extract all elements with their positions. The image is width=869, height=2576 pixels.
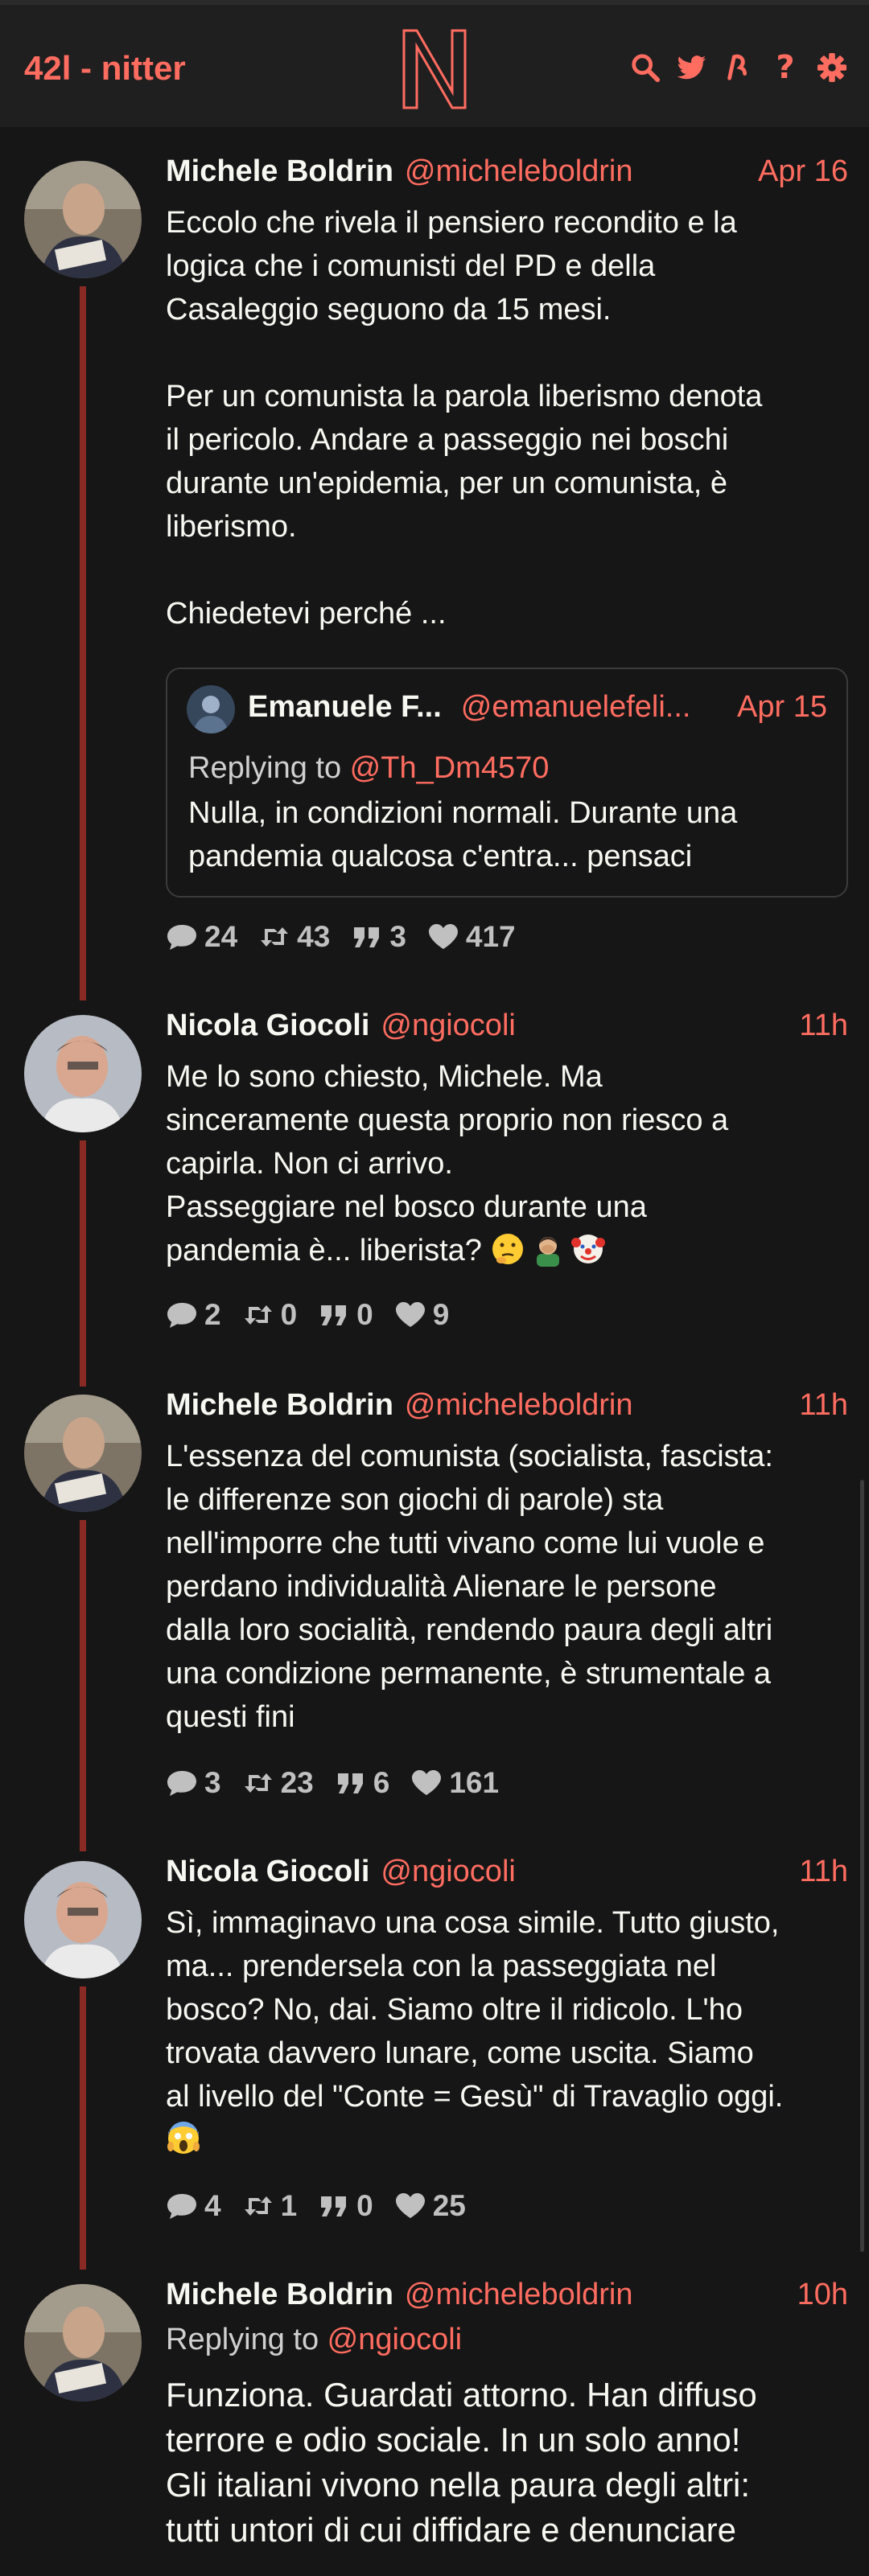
tweet-content: Me lo sono chiesto, Michele. Ma sinceram…	[166, 1055, 846, 1272]
thread-line	[80, 286, 86, 1000]
avatar[interactable]	[24, 1861, 142, 1978]
comment-icon	[167, 1303, 196, 1328]
quote-stat[interactable]: 0	[318, 2189, 373, 2223]
reply-stat[interactable]: 24	[166, 920, 237, 954]
reply-stat[interactable]: 2	[166, 1298, 221, 1332]
man-facepalming-emoji-icon	[537, 1237, 560, 1267]
comment-icon	[167, 925, 196, 950]
tweet-stats: 2 0 0 9	[166, 1295, 449, 1335]
tweet-header: Michele Boldrin @micheleboldrin 11h	[166, 1388, 848, 1428]
username[interactable]: @ngiocoli	[381, 1855, 515, 1889]
nitter-logo-icon[interactable]	[401, 27, 468, 111]
tweet-header: Nicola Giocoli @ngiocoli 11h	[166, 1009, 848, 1049]
reply-stat[interactable]: 4	[166, 2189, 221, 2223]
quoted-tweet[interactable]: Emanuele F... @emanuelefeli... Apr 15 Re…	[166, 668, 848, 898]
nav-icons: ?	[629, 51, 848, 84]
tweet-content: Eccolo che rivela il pensiero recondito …	[166, 206, 763, 631]
heart-icon	[395, 1302, 425, 1327]
username[interactable]: @micheleboldrin	[405, 154, 633, 189]
retweet-icon	[261, 927, 289, 947]
twitter-bird-icon[interactable]	[676, 51, 708, 84]
quote-stat[interactable]: 0	[318, 1298, 373, 1332]
username[interactable]: @micheleboldrin	[405, 2278, 633, 2312]
like-stat[interactable]: 25	[394, 2189, 466, 2223]
thread-line	[80, 1986, 86, 2270]
quote-replying-to: Replying to @Th_Dm4570	[188, 751, 549, 786]
reply-stat[interactable]: 3	[166, 1766, 221, 1800]
quote-fullname[interactable]: Emanuele F...	[248, 690, 442, 725]
quote-username[interactable]: @emanuelefeli...	[461, 690, 691, 725]
replying-to-link[interactable]: @ngiocoli	[327, 2323, 462, 2356]
tweet-stats: 4 1 0 25	[166, 2186, 466, 2226]
quote-stat[interactable]: 3	[351, 920, 406, 954]
quote-icon	[321, 2196, 347, 2217]
tweet-text: Sì, immaginavo una cosa simile. Tutto gi…	[166, 1906, 784, 2114]
quote-stat[interactable]: 6	[335, 1766, 389, 1800]
help-icon[interactable]: ?	[769, 51, 801, 84]
site-title[interactable]: 42l - nitter	[24, 49, 186, 88]
tweet-stats: 3 23 6 161	[166, 1763, 499, 1803]
replying-prefix: Replying to	[166, 2323, 327, 2356]
comment-icon	[167, 2194, 196, 2219]
tweet-date[interactable]: 11h	[799, 1009, 848, 1043]
heart-icon	[412, 1770, 442, 1795]
tweet-date[interactable]: 11h	[799, 1855, 848, 1889]
face-screaming-in-fear-emoji-icon	[167, 2122, 200, 2154]
clown-face-emoji-icon	[571, 1235, 606, 1263]
tweet-content: Funziona. Guardati attorno. Han diffuso …	[166, 2376, 757, 2549]
fullname[interactable]: Nicola Giocoli	[166, 1855, 369, 1889]
quote-avatar	[187, 685, 235, 733]
navbar: 42l - nitter ?	[0, 0, 869, 127]
tweet-date[interactable]: 10h	[797, 2278, 848, 2312]
fullname[interactable]: Nicola Giocoli	[166, 1009, 369, 1043]
fullname[interactable]: Michele Boldrin	[166, 2278, 393, 2312]
quote-icon	[337, 1773, 363, 1793]
replying-prefix: Replying to	[188, 751, 350, 785]
tweet-header: Nicola Giocoli @ngiocoli 11h	[166, 1855, 848, 1895]
thread-line	[80, 1140, 86, 1387]
avatar[interactable]	[24, 1015, 142, 1132]
tweet-header: Michele Boldrin @micheleboldrin Apr 16	[166, 154, 848, 195]
replying-to-link[interactable]: @Th_Dm4570	[350, 751, 550, 785]
heart-icon	[395, 2193, 425, 2218]
tweet-content: L'essenza del comunista (socialista, fas…	[166, 1440, 773, 1734]
search-icon[interactable]	[629, 51, 661, 84]
quote-icon	[354, 927, 380, 947]
quote-icon	[321, 1305, 347, 1325]
like-stat[interactable]: 9	[394, 1298, 449, 1332]
tweet-text: Me lo sono chiesto, Michele. Ma sinceram…	[166, 1060, 729, 1267]
avatar[interactable]	[24, 2284, 142, 2401]
quote-date[interactable]: Apr 15	[737, 690, 827, 725]
settings-gear-icon[interactable]	[816, 51, 848, 84]
tweet-content: Sì, immaginavo una cosa simile. Tutto gi…	[166, 1901, 846, 2162]
quote-text: Nulla, in condizioni normali. Durante un…	[188, 796, 738, 873]
rss-icon[interactable]	[723, 51, 755, 84]
replying-to: Replying to @ngiocoli	[166, 2323, 462, 2357]
tweet-date[interactable]: Apr 16	[758, 154, 848, 189]
thread-line	[80, 1520, 86, 1851]
retweet-icon	[244, 1305, 272, 1325]
quote-header: Emanuele F... @emanuelefeli... Apr 15	[248, 690, 827, 725]
fullname[interactable]: Michele Boldrin	[166, 154, 393, 189]
retweet-stat[interactable]: 43	[258, 920, 330, 954]
retweet-stat[interactable]: 0	[242, 1298, 297, 1332]
username[interactable]: @micheleboldrin	[405, 1388, 633, 1423]
retweet-stat[interactable]: 23	[242, 1766, 314, 1800]
tweet-date[interactable]: 11h	[799, 1388, 848, 1423]
tweet-stats: 24 43 3 417	[166, 917, 516, 957]
retweet-icon	[244, 2196, 272, 2216]
heart-icon	[428, 924, 458, 949]
like-stat[interactable]: 161	[410, 1766, 499, 1800]
fullname[interactable]: Michele Boldrin	[166, 1388, 393, 1423]
tweet-header: Michele Boldrin @micheleboldrin 10h	[166, 2278, 848, 2318]
thinking-face-emoji-icon	[492, 1234, 524, 1264]
retweet-icon	[244, 1773, 272, 1793]
retweet-stat[interactable]: 1	[242, 2189, 297, 2223]
scrollbar[interactable]	[860, 1480, 864, 2252]
like-stat[interactable]: 417	[427, 920, 516, 954]
avatar[interactable]	[24, 161, 142, 278]
comment-icon	[167, 1771, 196, 1796]
username[interactable]: @ngiocoli	[381, 1009, 515, 1043]
avatar[interactable]	[24, 1395, 142, 1512]
